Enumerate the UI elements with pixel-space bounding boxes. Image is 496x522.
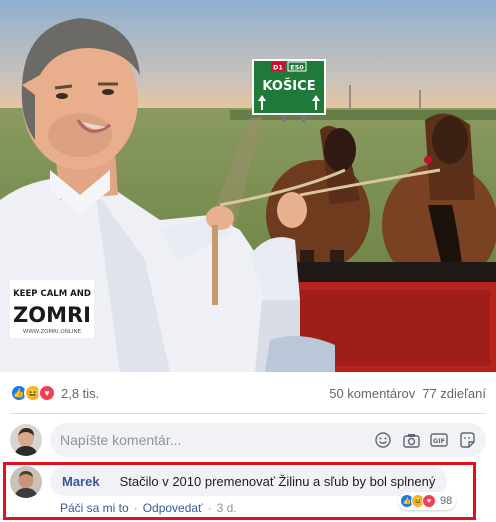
love-reaction-icon: ♥: [422, 494, 436, 508]
sign-route-b: E50: [290, 64, 304, 72]
post-photo[interactable]: D1 E50 KOŠICE KEEP CALM AND ZOMRI WWW.ZO…: [0, 0, 496, 372]
keep-calm-watermark: KEEP CALM AND ZOMRI WWW.ZOMRI.ONLINE: [10, 280, 94, 338]
love-reaction-icon: ♥: [38, 384, 56, 402]
watermark-url: WWW.ZOMRI.ONLINE: [23, 329, 82, 335]
camera-icon[interactable]: [402, 431, 420, 449]
commenter-avatar[interactable]: [10, 466, 42, 498]
comment-author-link[interactable]: Marek: [62, 474, 100, 489]
comment-item: Marek Stačilo v 2010 premenovať Žilinu a…: [10, 466, 448, 498]
post-stats-bar: 👍 😆 ♥ 2,8 tis. 50 komentárov 77 zdieľaní: [0, 372, 496, 414]
divider: [10, 413, 486, 414]
shares-count-link[interactable]: 77 zdieľaní: [422, 386, 486, 401]
like-comment-button[interactable]: Páči sa mi to: [60, 501, 129, 515]
comment-input-box[interactable]: GIF: [50, 423, 486, 457]
reaction-count[interactable]: 2,8 tis.: [61, 386, 99, 401]
current-user-avatar[interactable]: [10, 424, 42, 456]
watermark-logo: ZOMRI: [13, 303, 91, 327]
sign-route-a: D1: [273, 64, 283, 72]
comments-count-link[interactable]: 50 komentárov: [329, 386, 415, 401]
comment-bubble: Marek Stačilo v 2010 premenovať Žilinu a…: [50, 466, 448, 496]
post-reactions[interactable]: 👍 😆 ♥ 2,8 tis.: [10, 384, 99, 402]
sign-destination: KOŠICE: [262, 78, 315, 94]
comment-reaction-count: 98: [440, 495, 453, 507]
comment-input[interactable]: [60, 432, 374, 448]
comment-reactions[interactable]: 👍 😆 ♥ 98: [398, 492, 457, 510]
separator-dot: ·: [207, 501, 212, 515]
comment-composer: GIF: [0, 420, 496, 460]
emoji-icon[interactable]: [374, 431, 392, 449]
watermark-line1: KEEP CALM AND: [13, 289, 91, 299]
gif-icon[interactable]: GIF: [430, 431, 448, 449]
separator-dot: ·: [133, 501, 138, 515]
sticker-icon[interactable]: [458, 431, 476, 449]
svg-text:GIF: GIF: [433, 437, 445, 445]
comment-actions: Páči sa mi to · Odpovedať · 3 d.: [60, 501, 237, 515]
road-sign: D1 E50 KOŠICE: [252, 59, 326, 122]
comment-timestamp[interactable]: 3 d.: [217, 501, 237, 515]
comment-text: Stačilo v 2010 premenovať Žilinu a sľub …: [119, 473, 436, 489]
reply-comment-button[interactable]: Odpovedať: [143, 501, 203, 515]
